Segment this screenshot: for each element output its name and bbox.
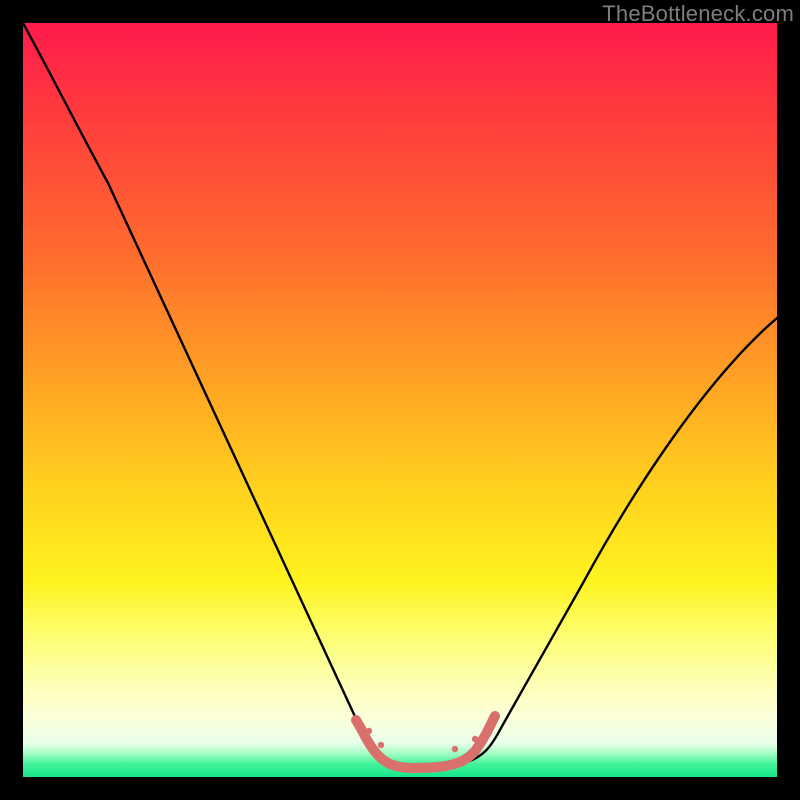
speckle [486, 722, 492, 728]
plot-area [23, 23, 777, 777]
chart-frame: TheBottleneck.com [0, 0, 800, 800]
curve-path [23, 23, 777, 766]
speckle [452, 746, 458, 752]
speckle [378, 742, 384, 748]
bottleneck-curve [23, 23, 777, 777]
speckle [472, 736, 478, 742]
speckle [366, 728, 372, 734]
watermark-text: TheBottleneck.com [602, 1, 794, 27]
